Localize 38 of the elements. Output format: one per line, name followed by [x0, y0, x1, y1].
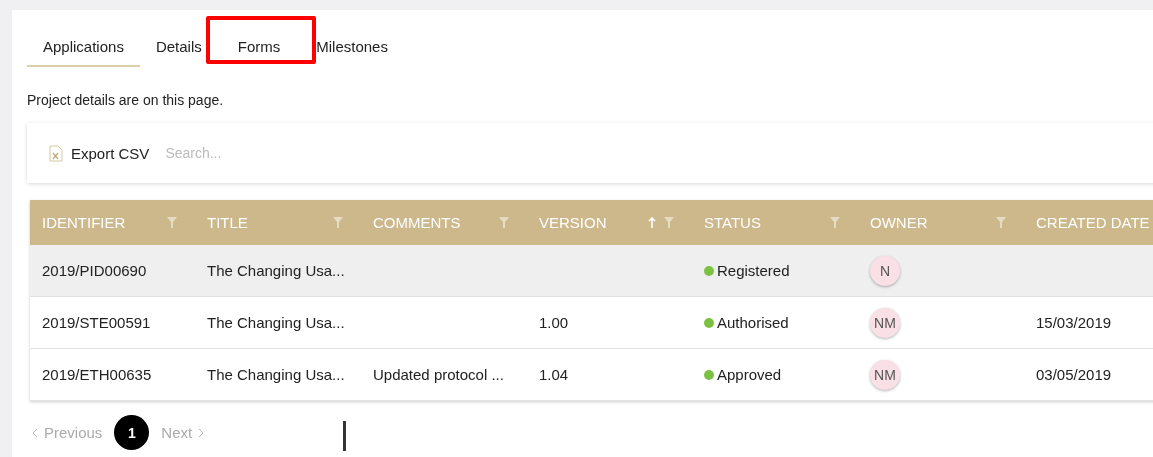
- description-text: Project details are on this page.: [27, 92, 225, 108]
- table-cell: The Changing Usa...: [207, 366, 345, 383]
- status-text: Authorised: [717, 314, 789, 331]
- table-row[interactable]: 2019/STE00591 The Changing Usa... 1.00 Authorised NM 15/03/2019: [30, 297, 1153, 349]
- spreadsheet-file-icon: [49, 144, 63, 162]
- filter-icon[interactable]: [333, 217, 343, 228]
- table-row[interactable]: 2019/ETH00635 The Changing Usa... Updated protocol ... 1.04 Approved NM 03/05/2019: [30, 349, 1153, 401]
- table-cell: 2019/STE00591: [42, 314, 151, 331]
- filter-icon[interactable]: [167, 217, 177, 228]
- table-row[interactable]: 2019/PID00690 The Changing Usa... Registered N: [30, 245, 1153, 297]
- tab[interactable]: Details: [139, 10, 206, 67]
- chevron-left-icon: [32, 427, 38, 438]
- filter-icon[interactable]: [664, 217, 674, 228]
- filter-icon[interactable]: [996, 217, 1006, 228]
- table-cell: 1.04: [539, 366, 569, 383]
- text-cursor: [343, 421, 346, 451]
- table-cell: The Changing Usa...: [207, 262, 345, 279]
- table-cell: 03/05/2019: [1036, 366, 1112, 383]
- export-csv-button[interactable]: Export CSV: [49, 144, 150, 162]
- chevron-right-icon: [198, 427, 205, 438]
- owner-avatar: NM: [870, 307, 900, 338]
- filter-icon[interactable]: [830, 217, 840, 228]
- owner-avatar: N: [870, 255, 900, 286]
- table-cell: 1.00: [539, 314, 569, 331]
- table-cell: 15/03/2019: [1036, 314, 1112, 331]
- tab[interactable]: Forms: [205, 10, 317, 67]
- table-cell: 2019/PID00690: [42, 262, 147, 279]
- status-text: Registered: [717, 262, 790, 279]
- owner-avatar: NM: [870, 359, 900, 390]
- table-cell: The Changing Usa...: [207, 314, 345, 331]
- tab[interactable]: Milestones: [316, 10, 392, 67]
- tab[interactable]: Applications: [27, 10, 140, 67]
- table-cell: 2019/ETH00635: [42, 366, 152, 383]
- status-text: Approved: [717, 366, 782, 383]
- page-number[interactable]: 1: [114, 415, 150, 450]
- sort-up-icon[interactable]: [648, 216, 656, 229]
- table-cell: Updated protocol ...: [373, 366, 504, 383]
- filter-icon[interactable]: [499, 217, 509, 228]
